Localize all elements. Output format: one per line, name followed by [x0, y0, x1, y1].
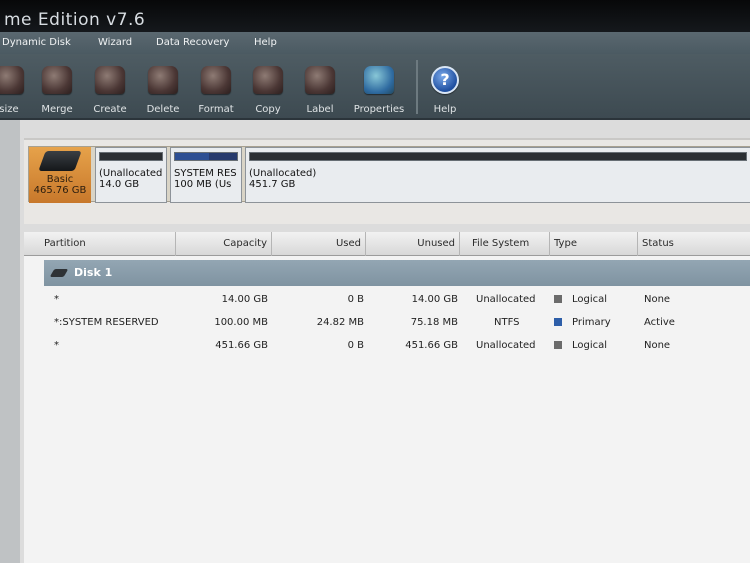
merge-icon — [42, 66, 72, 94]
main-area: Basic 465.76 GB (Unallocated 14.0 GB SYS… — [0, 120, 750, 563]
disk-type: Basic — [46, 174, 74, 185]
disk-basic-block[interactable]: Basic 465.76 GB — [29, 147, 91, 203]
column-used[interactable]: Used — [272, 232, 366, 256]
usage-bar — [174, 152, 238, 161]
column-file-system[interactable]: File System — [460, 232, 550, 256]
window-title: me Edition v7.6 — [4, 10, 146, 30]
left-panel-edge — [0, 120, 20, 563]
partition-table: Partition Capacity Used Unused File Syst… — [24, 232, 750, 563]
disk-strip: Basic 465.76 GB (Unallocated 14.0 GB SYS… — [28, 146, 750, 203]
disk-label: Disk 1 — [74, 266, 113, 279]
label-icon — [305, 66, 335, 94]
toolbar: size Merge Create Delete Format Copy Lab… — [0, 54, 750, 120]
logical-type-icon — [554, 341, 562, 349]
partition-block-unallocated-2[interactable]: (Unallocated) 451.7 GB — [245, 147, 750, 203]
column-partition[interactable]: Partition — [24, 232, 176, 256]
help-button[interactable]: ? Help — [414, 66, 476, 118]
partition-block-system-reserved[interactable]: SYSTEM RES 100 MB (Us — [170, 147, 242, 203]
disk-icon — [49, 269, 69, 277]
usage-bar — [249, 152, 747, 161]
column-status[interactable]: Status — [638, 232, 750, 256]
disk-map-panel: Basic 465.76 GB (Unallocated 14.0 GB SYS… — [24, 138, 750, 224]
resize-icon — [0, 66, 24, 94]
disk-row[interactable]: Disk 1 — [44, 260, 750, 286]
label-button[interactable]: Label — [289, 66, 351, 118]
table-row[interactable]: * 14.00 GB 0 B 14.00 GB Unallocated Logi… — [24, 290, 750, 312]
partition-block-unallocated-1[interactable]: (Unallocated 14.0 GB — [95, 147, 167, 203]
table-row[interactable]: *:SYSTEM RESERVED 100.00 MB 24.82 MB 75.… — [24, 313, 750, 335]
create-icon — [95, 66, 125, 94]
format-icon — [201, 66, 231, 94]
properties-icon — [364, 66, 394, 94]
menu-help[interactable]: Help — [254, 37, 277, 48]
disk-size: 465.76 GB — [33, 185, 87, 196]
column-unused[interactable]: Unused — [366, 232, 460, 256]
menu-bar: Dynamic Disk Wizard Data Recovery Help — [0, 32, 750, 54]
hard-disk-icon — [38, 151, 82, 171]
table-row[interactable]: * 451.66 GB 0 B 451.66 GB Unallocated Lo… — [24, 336, 750, 358]
column-capacity[interactable]: Capacity — [176, 232, 272, 256]
window-title-bar: me Edition v7.6 — [0, 0, 750, 32]
column-type[interactable]: Type — [550, 232, 638, 256]
usage-bar — [99, 152, 163, 161]
help-icon: ? — [431, 66, 459, 94]
primary-type-icon — [554, 318, 562, 326]
table-header: Partition Capacity Used Unused File Syst… — [24, 232, 750, 256]
delete-icon — [148, 66, 178, 94]
logical-type-icon — [554, 295, 562, 303]
properties-button[interactable]: Properties — [348, 66, 410, 118]
menu-dynamic-disk[interactable]: Dynamic Disk — [2, 37, 71, 48]
menu-wizard[interactable]: Wizard — [98, 37, 132, 48]
menu-data-recovery[interactable]: Data Recovery — [156, 37, 229, 48]
copy-icon — [253, 66, 283, 94]
